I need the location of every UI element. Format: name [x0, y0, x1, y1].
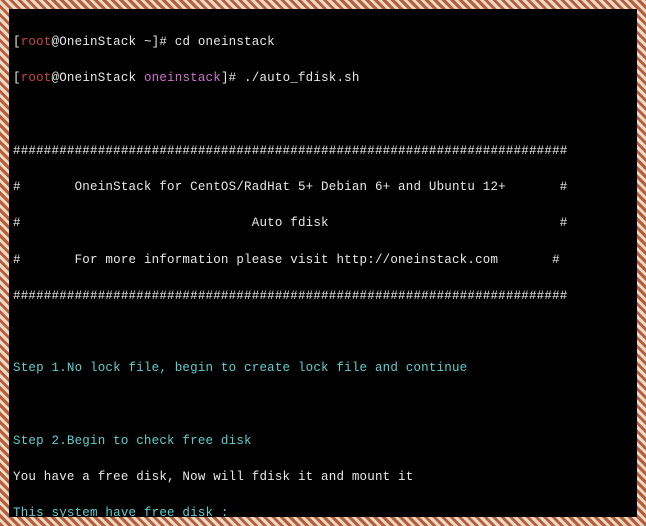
step-2: Step 2.Begin to check free disk	[13, 432, 633, 450]
banner-hr-bottom: ########################################…	[13, 287, 633, 305]
banner-line: # OneinStack for CentOS/RadHat 5+ Debian…	[13, 178, 633, 196]
prompt-line-2: [root@OneinStack oneinstack]# ./auto_fdi…	[13, 69, 633, 87]
step-1: Step 1.No lock file, begin to create loc…	[13, 359, 633, 377]
user: root	[21, 71, 52, 85]
decorative-border: [root@OneinStack ~]# cd oneinstack [root…	[0, 0, 646, 526]
step-2-msg: You have a free disk, Now will fdisk it …	[13, 468, 633, 486]
banner-line: # Auto fdisk #	[13, 214, 633, 232]
banner-hr-top: ########################################…	[13, 142, 633, 160]
cwd: oneinstack	[144, 71, 221, 85]
step-2-freedisk: This system have free disk :	[13, 504, 633, 517]
user: root	[21, 35, 52, 49]
prompt-line-1: [root@OneinStack ~]# cd oneinstack	[13, 33, 633, 51]
terminal-output: [root@OneinStack ~]# cd oneinstack [root…	[9, 9, 637, 517]
banner-line: # For more information please visit http…	[13, 251, 633, 269]
